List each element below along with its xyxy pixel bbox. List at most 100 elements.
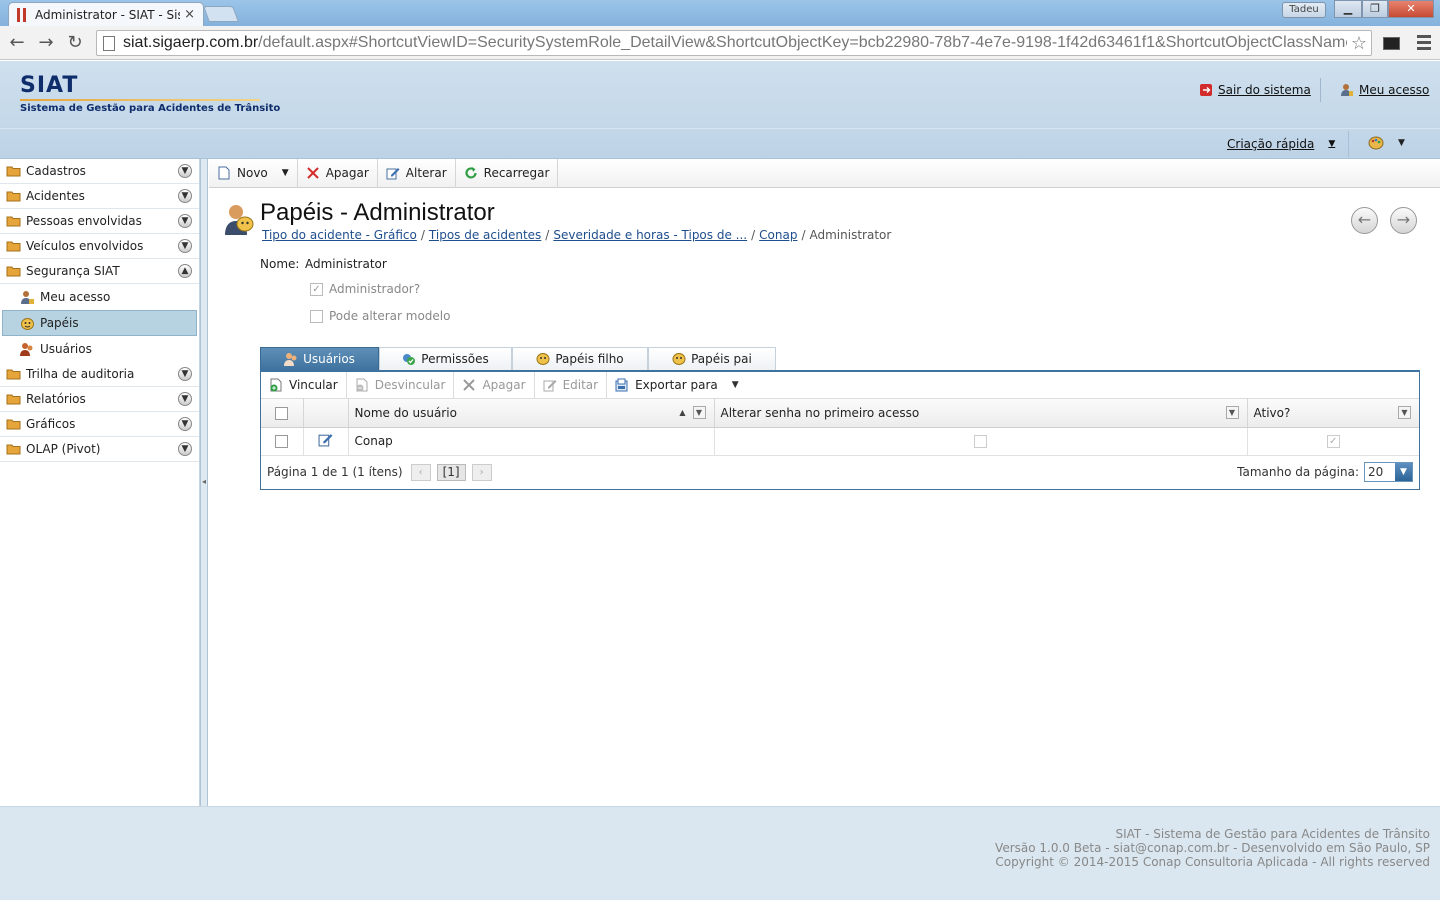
row-select-cell (261, 427, 304, 456)
address-bar[interactable]: siat.sigaerp.com.br/default.aspx#Shortcu… (96, 30, 1372, 56)
forward-icon[interactable]: → (35, 32, 57, 54)
browser-menu-icon[interactable] (1417, 35, 1431, 53)
sidebar-group-graficos[interactable]: Gráficos ▼ (0, 412, 199, 437)
breadcrumb-link[interactable]: Tipos de acidentes (429, 228, 541, 242)
edit-button[interactable]: Alterar (378, 158, 456, 188)
close-window-button[interactable]: ✕ (1388, 0, 1434, 18)
refresh-icon (464, 166, 478, 180)
minimize-button[interactable]: ▁ (1334, 0, 1362, 18)
folder-icon (6, 444, 21, 455)
favicon-icon (17, 7, 27, 22)
table-row[interactable]: Conap ✓ (261, 427, 1419, 456)
sidebar-group-veiculos[interactable]: Veículos envolvidos ▼ (0, 234, 199, 259)
sidebar-group-olap[interactable]: OLAP (Pivot) ▼ (0, 437, 199, 462)
app-header: SIAT Sistema de Gestão para Acidentes de… (0, 61, 1440, 159)
link-button[interactable]: Vincular (261, 371, 347, 399)
previous-record-button[interactable]: ← (1351, 207, 1378, 234)
extension-icon[interactable] (1383, 37, 1400, 50)
page-size-select[interactable]: 20 ▼ (1364, 462, 1413, 482)
delete-button[interactable]: Apagar (298, 158, 378, 188)
sidebar-item-meu-acesso[interactable]: Meu acesso (0, 284, 199, 310)
browser-tab[interactable]: Administrator - SIAT - Sist × (8, 2, 204, 26)
tab-papeis-filho[interactable]: Papéis filho (512, 347, 648, 370)
edit-column-header (303, 399, 349, 428)
reload-icon[interactable]: ↻ (64, 32, 86, 54)
folder-icon (6, 191, 21, 202)
palette-icon (1368, 136, 1384, 150)
sidebar-item-usuarios[interactable]: Usuários (0, 336, 199, 362)
chevron-down-icon: ▼ (1328, 139, 1336, 149)
footer: SIAT - Sistema de Gestão para Acidentes … (0, 806, 1440, 900)
chevron-down-icon[interactable]: ▼ (282, 168, 289, 178)
theme-selector[interactable]: ▼ (1368, 136, 1405, 150)
breadcrumb-link[interactable]: Severidade e horas - Tipos de ... (553, 228, 747, 242)
footer-line-1: SIAT - Sistema de Gestão para Acidentes … (1115, 827, 1430, 841)
maximize-button[interactable]: ❐ (1362, 0, 1388, 18)
current-page[interactable]: [1] (436, 463, 466, 481)
can-edit-model-checkbox-row: Pode alterar modelo (310, 309, 450, 323)
expand-icon[interactable]: ▼ (178, 367, 192, 381)
grid-edit-button[interactable]: Editar (535, 371, 608, 399)
breadcrumb-current: Administrator (809, 228, 892, 242)
quick-create-menu[interactable]: Criação rápida ▼ (1227, 137, 1335, 151)
reload-button[interactable]: Recarregar (456, 158, 559, 188)
change-password-checkbox (974, 435, 987, 448)
unlink-button[interactable]: Desvincular (347, 371, 455, 399)
tab-permissoes[interactable]: Permissões (379, 347, 512, 370)
my-access-link[interactable]: Meu acesso (1340, 83, 1429, 97)
sidebar-group-seguranca[interactable]: Segurança SIAT ▲ (0, 259, 199, 284)
page-title: Papéis - Administrator (260, 199, 495, 226)
chevron-down-icon[interactable]: ▼ (732, 380, 739, 390)
breadcrumb-link[interactable]: Tipo do acidente - Gráfico (262, 228, 417, 242)
tab-usuarios[interactable]: Usuários (260, 347, 379, 370)
tab-close-icon[interactable]: × (184, 7, 195, 22)
sidebar-group-acidentes[interactable]: Acidentes ▼ (0, 184, 199, 209)
bookmark-star-icon[interactable]: ☆ (1347, 33, 1371, 54)
export-button[interactable]: Exportar para ▼ (607, 372, 747, 399)
sidebar-item-papeis[interactable]: Papéis (2, 310, 197, 336)
expand-icon[interactable]: ▼ (178, 239, 192, 253)
back-icon[interactable]: ← (6, 32, 28, 54)
new-tab-button[interactable] (203, 6, 239, 22)
filter-icon[interactable]: ▼ (1225, 406, 1239, 419)
masks-icon (536, 353, 550, 365)
is-admin-checkbox-row: ✓ Administrador? (310, 282, 420, 296)
logout-link[interactable]: Sair do sistema (1199, 83, 1311, 97)
new-button[interactable]: Novo ▼ (209, 158, 298, 188)
name-label: Nome: (260, 257, 300, 271)
sidebar-group-trilha[interactable]: Trilha de auditoria ▼ (0, 362, 199, 387)
collapse-icon[interactable]: ▲ (178, 264, 192, 278)
breadcrumb-link[interactable]: Conap (759, 228, 797, 242)
grid-delete-button[interactable]: Apagar (454, 371, 535, 399)
sidebar-group-cadastros[interactable]: Cadastros ▼ (0, 159, 199, 184)
prev-page-button[interactable]: ‹ (410, 463, 431, 481)
column-header-active[interactable]: Ativo? ▼ (1247, 399, 1419, 428)
next-record-button[interactable]: → (1390, 207, 1417, 234)
tab-title: Administrator - SIAT - Sist (35, 7, 181, 22)
expand-icon[interactable]: ▼ (178, 442, 192, 456)
detail-tabs: Usuários Permissões Papéis filho Papéis … (260, 347, 776, 370)
edit-row-icon[interactable] (318, 432, 333, 447)
filter-icon[interactable]: ▼ (692, 406, 706, 419)
sidebar-splitter[interactable]: ◂ (200, 159, 208, 806)
delete-icon (462, 378, 476, 392)
filter-icon[interactable]: ▼ (1398, 406, 1411, 419)
column-header-user-name[interactable]: Nome do usuário ▲ ▼ (348, 399, 715, 428)
expand-icon[interactable]: ▼ (178, 214, 192, 228)
chevron-down-icon: ▼ (1395, 463, 1412, 481)
sidebar-group-relatorios[interactable]: Relatórios ▼ (0, 387, 199, 412)
next-page-button[interactable]: › (471, 463, 492, 481)
row-select-checkbox[interactable] (275, 435, 289, 448)
expand-icon[interactable]: ▼ (178, 164, 192, 178)
tab-papeis-pai[interactable]: Papéis pai (648, 347, 776, 370)
expand-icon[interactable]: ▼ (178, 417, 192, 431)
expand-icon[interactable]: ▼ (178, 392, 192, 406)
column-header-change-password[interactable]: Alterar senha no primeiro acesso ▼ (714, 399, 1248, 428)
expand-icon[interactable]: ▼ (178, 189, 192, 203)
sidebar-group-pessoas[interactable]: Pessoas envolvidas ▼ (0, 209, 199, 234)
select-all-header (261, 399, 304, 428)
folder-icon (6, 419, 21, 430)
main-toolbar: Novo ▼ Apagar Alterar Recarregar (209, 158, 1440, 188)
select-all-checkbox[interactable] (275, 406, 289, 420)
browser-user-chip[interactable]: Tadeu (1282, 2, 1326, 18)
